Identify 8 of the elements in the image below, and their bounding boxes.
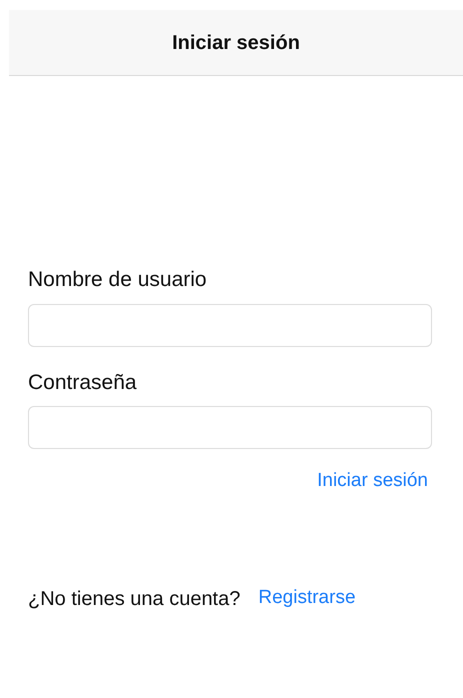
register-link[interactable]: Registrarse [258,584,356,613]
page-title: Iniciar sesión [172,30,300,56]
input-field[interactable] [28,406,432,449]
input-field[interactable] [28,304,432,346]
field-label: Nombre de usuario [28,267,207,293]
login-link[interactable]: Iniciar sesión [317,467,428,496]
register-prompt: ¿No tienes una cuenta? [28,586,240,612]
field-label: Contraseña [28,370,137,396]
